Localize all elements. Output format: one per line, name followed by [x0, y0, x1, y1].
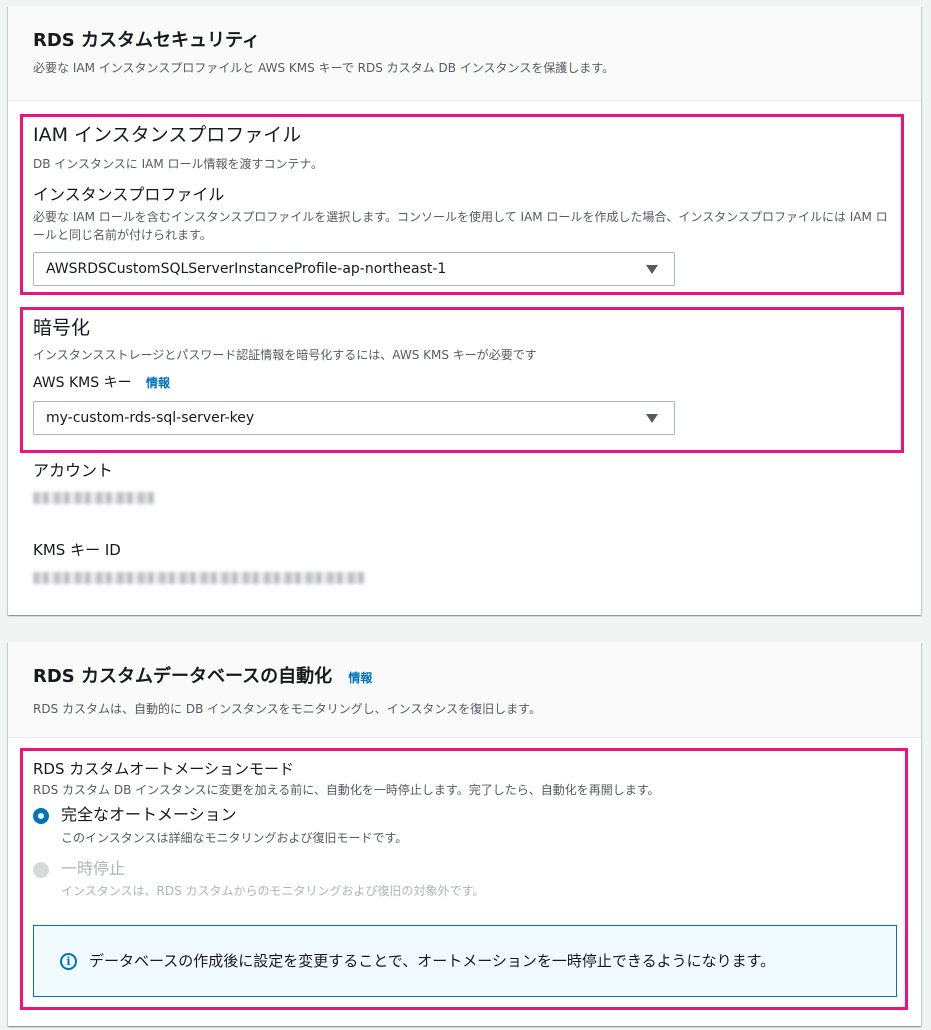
security-panel-title: RDS カスタムセキュリティ [33, 30, 260, 51]
kms-key-label-row: AWS KMS キー 情報 [33, 373, 170, 393]
security-panel-header: RDS カスタムセキュリティ 必要な IAM インスタンスプロファイルと AWS… [8, 6, 921, 101]
automation-panel-description: RDS カスタムは、自動的に DB インスタンスをモニタリングし、インスタンスを… [33, 702, 541, 716]
encryption-description: インスタンスストレージとパスワード認証情報を暗号化するには、AWS KMS キー… [33, 348, 537, 362]
kms-key-info-link[interactable]: 情報 [146, 376, 170, 390]
automation-mode-description: RDS カスタム DB インスタンスに変更を加える前に、自動化を一時停止します。… [33, 783, 660, 797]
full-automation-label[interactable]: 完全なオートメーション [61, 805, 237, 825]
iam-profile-heading: IAM インスタンスプロファイル [33, 124, 302, 146]
account-value-redacted [33, 492, 155, 504]
caret-down-icon [646, 265, 658, 274]
kms-key-select-value: my-custom-rds-sql-server-key [46, 410, 255, 426]
caret-down-icon [646, 414, 658, 423]
kms-key-label: AWS KMS キー [33, 375, 132, 391]
instance-profile-select[interactable]: AWSRDSCustomSQLServerInstanceProfile-ap-… [33, 252, 675, 286]
info-circle-icon: i [60, 953, 77, 970]
security-panel-description: 必要な IAM インスタンスプロファイルと AWS KMS キーで RDS カス… [33, 61, 615, 75]
automation-info-alert: i データベースの作成後に設定を変更することで、オートメーションを一時停止できる… [33, 925, 897, 997]
account-label: アカウント [33, 461, 114, 480]
kms-key-id-label: KMS キー ID [33, 541, 121, 559]
automation-panel-title-row: RDS カスタムデータベースの自動化 情報 [33, 664, 896, 691]
paused-label[interactable]: 一時停止 [61, 859, 125, 879]
radio-paused[interactable] [33, 862, 49, 878]
kms-key-id-value-redacted [33, 572, 366, 584]
automation-alert-text: データベースの作成後に設定を変更することで、オートメーションを一時停止できるよう… [89, 952, 776, 970]
instance-profile-select-value: AWSRDSCustomSQLServerInstanceProfile-ap-… [46, 261, 447, 277]
automation-panel-header: RDS カスタムデータベースの自動化 情報 RDS カスタムは、自動的に DB … [8, 642, 921, 738]
instance-profile-label: インスタンスプロファイル [33, 185, 225, 204]
encryption-heading: 暗号化 [33, 317, 91, 339]
iam-profile-description: DB インスタンスに IAM ロール情報を渡すコンテナ。 [33, 157, 323, 171]
radio-full-automation[interactable] [33, 808, 49, 824]
paused-description: インスタンスは、RDS カスタムからのモニタリングおよび復旧の対象外です。 [61, 884, 485, 898]
automation-panel-title: RDS カスタムデータベースの自動化 [33, 666, 333, 687]
full-automation-description: このインスタンスは詳細なモニタリングおよび復旧モードです。 [61, 831, 408, 845]
instance-profile-description: 必要な IAM ロールを含むインスタンスプロファイルを選択します。コンソールを使… [33, 210, 888, 242]
automation-mode-label: RDS カスタムオートメーションモード [33, 760, 294, 778]
kms-key-select[interactable]: my-custom-rds-sql-server-key [33, 401, 675, 435]
automation-info-link[interactable]: 情報 [348, 671, 372, 685]
